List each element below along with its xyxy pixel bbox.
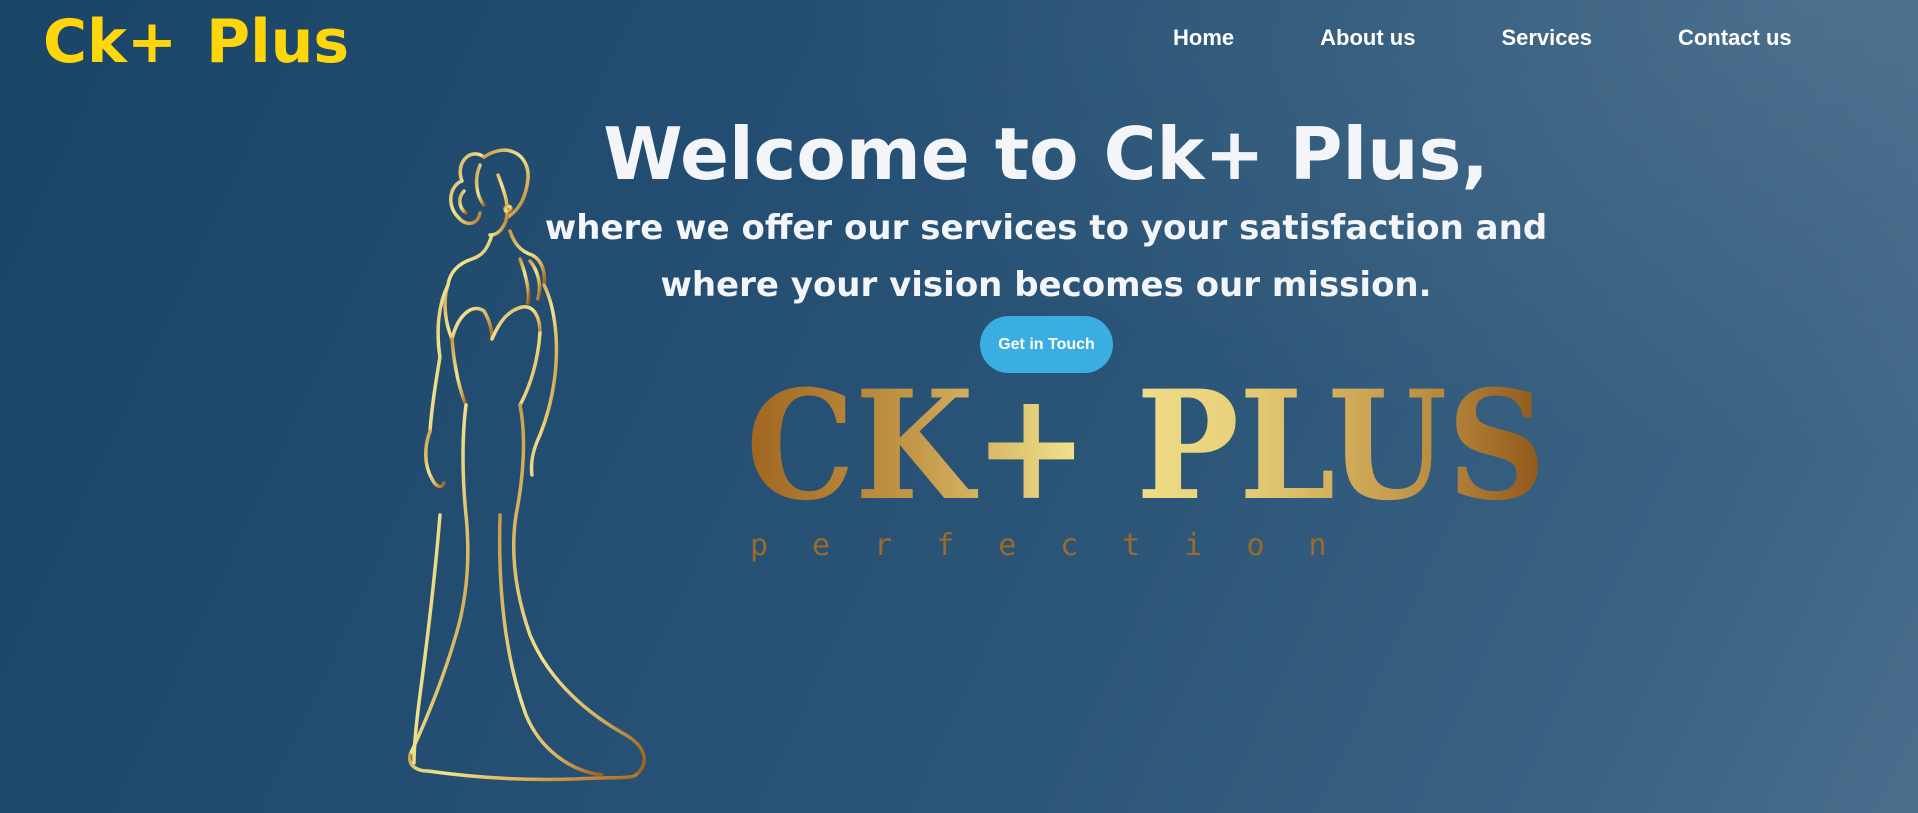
- hero-subtitle-line-1: where we offer our services to your sati…: [544, 208, 1548, 248]
- site-logo[interactable]: Ck+ Plus: [43, 2, 349, 82]
- ck-plus-brand-logo: CK+ PLUS perfection: [746, 360, 1546, 563]
- main-nav: Home About us Services Contact us: [1130, 20, 1835, 56]
- nav-contact-us[interactable]: Contact us: [1635, 20, 1835, 56]
- nav-services[interactable]: Services: [1458, 20, 1635, 56]
- hero-section: Welcome to Ck+ Plus, where we offer our …: [520, 108, 1572, 314]
- nav-home[interactable]: Home: [1130, 20, 1277, 56]
- hero-subtitle-line-2: where your vision becomes our mission.: [660, 265, 1432, 305]
- hero-title: Welcome to Ck+ Plus,: [603, 112, 1489, 196]
- nav-about-us[interactable]: About us: [1277, 20, 1458, 56]
- svg-text:CK+ PLUS: CK+ PLUS: [746, 360, 1546, 534]
- svg-text:perfection: perfection: [750, 528, 1371, 563]
